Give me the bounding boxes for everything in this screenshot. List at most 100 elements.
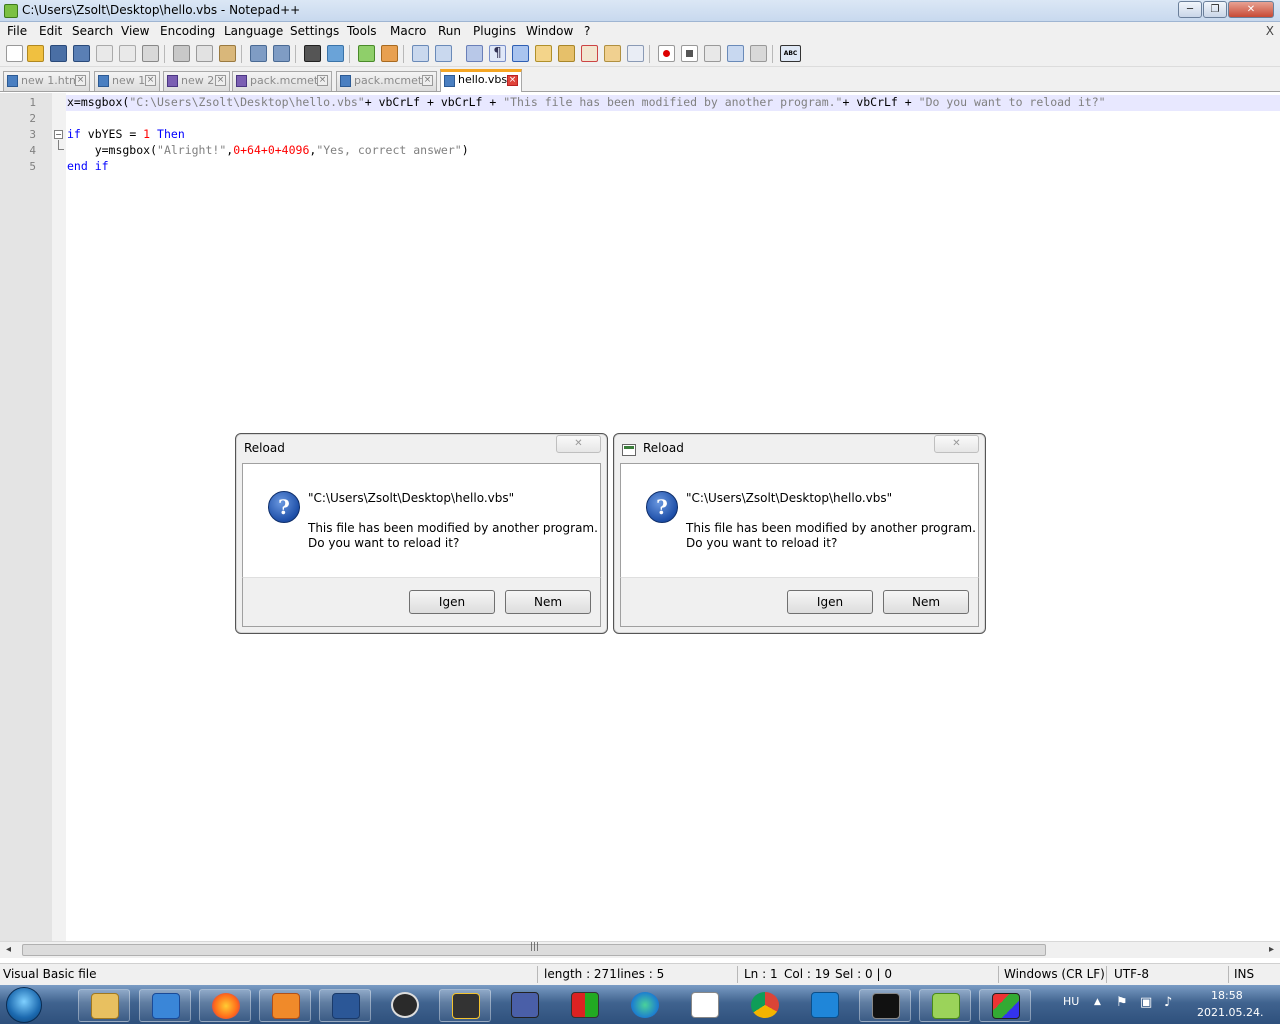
folder-workspace-icon[interactable] xyxy=(604,45,621,62)
yes-button[interactable]: Igen xyxy=(409,590,495,614)
dialog-close-button[interactable]: ✕ xyxy=(556,435,601,453)
monitoring-eye-icon[interactable] xyxy=(627,45,644,62)
tab-hello-vbs[interactable]: hello.vbs × xyxy=(440,69,522,92)
language-indicator[interactable]: HU xyxy=(1063,995,1079,1008)
no-button[interactable]: Nem xyxy=(883,590,969,614)
menu-window[interactable]: Window xyxy=(526,24,573,38)
undo-icon[interactable] xyxy=(250,45,267,62)
outlook-icon[interactable] xyxy=(139,989,191,1022)
no-button[interactable]: Nem xyxy=(505,590,591,614)
stop-macro-icon[interactable] xyxy=(681,45,698,62)
code-keyword: end xyxy=(67,159,88,173)
maximize-button[interactable]: ❐ xyxy=(1203,1,1227,18)
scroll-left-icon[interactable]: ◂ xyxy=(6,944,11,955)
winrar-icon[interactable] xyxy=(559,989,611,1022)
zoom-in-icon[interactable] xyxy=(358,45,375,62)
fold-toggle-icon[interactable]: − xyxy=(54,130,63,139)
menu-view[interactable]: View xyxy=(121,24,149,38)
clock-date[interactable]: 2021.05.24. xyxy=(1197,1006,1263,1019)
close-document-x[interactable]: X xyxy=(1266,24,1274,38)
menu-help[interactable]: ? xyxy=(584,24,590,38)
copy-icon[interactable] xyxy=(196,45,213,62)
menu-edit[interactable]: Edit xyxy=(39,24,62,38)
chrome-icon[interactable] xyxy=(739,989,791,1022)
volume-icon[interactable]: ♪ xyxy=(1164,995,1172,1010)
media-player-icon[interactable] xyxy=(259,989,311,1022)
tab-close-icon[interactable]: × xyxy=(215,75,226,86)
tab-new-1-html[interactable]: new 1.html × xyxy=(3,71,90,91)
menu-run[interactable]: Run xyxy=(438,24,461,38)
tab-close-icon[interactable]: × xyxy=(317,75,328,86)
save-macro-icon[interactable] xyxy=(750,45,767,62)
floppy-icon[interactable] xyxy=(499,989,551,1022)
start-button-icon[interactable] xyxy=(6,987,42,1023)
clock-time[interactable]: 18:58 xyxy=(1211,989,1243,1002)
menu-macro[interactable]: Macro xyxy=(390,24,426,38)
tab-new-1[interactable]: new 1 × xyxy=(94,71,160,91)
tab-new-2[interactable]: new 2 × xyxy=(163,71,230,91)
menu-file[interactable]: File xyxy=(7,24,27,38)
vscode-icon[interactable] xyxy=(799,989,851,1022)
file-icon xyxy=(167,75,178,87)
tab-close-icon[interactable]: × xyxy=(422,75,433,86)
play-macro-icon[interactable] xyxy=(704,45,721,62)
tab-pack-mcmeta-1[interactable]: pack.mcmeta × xyxy=(232,71,332,91)
show-all-characters-icon[interactable]: ¶ xyxy=(489,45,506,62)
action-center-flag-icon[interactable]: ⚑ xyxy=(1116,995,1128,1010)
horizontal-scrollbar[interactable]: ◂ ||| ▸ xyxy=(0,941,1280,958)
snipping-icon[interactable] xyxy=(679,989,731,1022)
network-icon[interactable]: ▣ xyxy=(1140,995,1152,1010)
word-icon[interactable] xyxy=(319,989,371,1022)
dialog-close-button[interactable]: ✕ xyxy=(934,435,979,453)
edge-icon[interactable] xyxy=(619,989,671,1022)
print-icon[interactable] xyxy=(142,45,159,62)
menu-settings[interactable]: Settings xyxy=(290,24,339,38)
menu-search[interactable]: Search xyxy=(72,24,113,38)
obs-icon[interactable] xyxy=(379,989,431,1022)
replace-icon[interactable] xyxy=(327,45,344,62)
close-file-icon[interactable] xyxy=(96,45,113,62)
tray-expand-icon[interactable]: ▲ xyxy=(1094,997,1101,1007)
line-number: 4 xyxy=(29,144,36,157)
tab-close-icon[interactable]: × xyxy=(145,75,156,86)
menu-tools[interactable]: Tools xyxy=(347,24,377,38)
menu-plugins[interactable]: Plugins xyxy=(473,24,516,38)
zoom-out-icon[interactable] xyxy=(381,45,398,62)
sync-horizontal-icon[interactable] xyxy=(435,45,452,62)
redo-icon[interactable] xyxy=(273,45,290,62)
indent-guide-icon[interactable] xyxy=(512,45,529,62)
word-wrap-icon[interactable] xyxy=(466,45,483,62)
udl-icon[interactable] xyxy=(535,45,552,62)
sync-vertical-icon[interactable] xyxy=(412,45,429,62)
notepadpp-icon[interactable] xyxy=(919,989,971,1022)
run-macro-multiple-icon[interactable] xyxy=(727,45,744,62)
document-map-icon[interactable] xyxy=(558,45,575,62)
save-all-icon[interactable] xyxy=(73,45,90,62)
scroll-right-icon[interactable]: ▸ xyxy=(1269,944,1274,955)
explorer-icon[interactable] xyxy=(78,989,130,1022)
menu-language[interactable]: Language xyxy=(224,24,283,38)
open-file-icon[interactable] xyxy=(27,45,44,62)
new-file-icon[interactable] xyxy=(6,45,23,62)
spell-check-icon[interactable]: ABC xyxy=(780,45,801,62)
function-list-icon[interactable] xyxy=(581,45,598,62)
record-macro-icon[interactable] xyxy=(658,45,675,62)
tab-close-icon[interactable]: × xyxy=(75,75,86,86)
tab-close-icon[interactable]: × xyxy=(507,75,518,86)
code-string: "Yes, correct answer" xyxy=(316,143,462,157)
close-window-button[interactable]: ✕ xyxy=(1228,1,1274,18)
save-icon[interactable] xyxy=(50,45,67,62)
yes-button[interactable]: Igen xyxy=(787,590,873,614)
cut-icon[interactable] xyxy=(173,45,190,62)
menu-encoding[interactable]: Encoding xyxy=(160,24,215,38)
tab-pack-mcmeta-2[interactable]: pack.mcmeta × xyxy=(336,71,437,91)
find-icon[interactable] xyxy=(304,45,321,62)
cmd-icon[interactable] xyxy=(859,989,911,1022)
paste-icon[interactable] xyxy=(219,45,236,62)
imovie-icon[interactable] xyxy=(439,989,491,1022)
minimize-button[interactable]: ─ xyxy=(1178,1,1202,18)
paint3d-icon[interactable] xyxy=(979,989,1031,1022)
firefox-icon[interactable] xyxy=(199,989,251,1022)
scrollbar-thumb[interactable]: ||| xyxy=(22,942,1046,956)
close-all-icon[interactable] xyxy=(119,45,136,62)
